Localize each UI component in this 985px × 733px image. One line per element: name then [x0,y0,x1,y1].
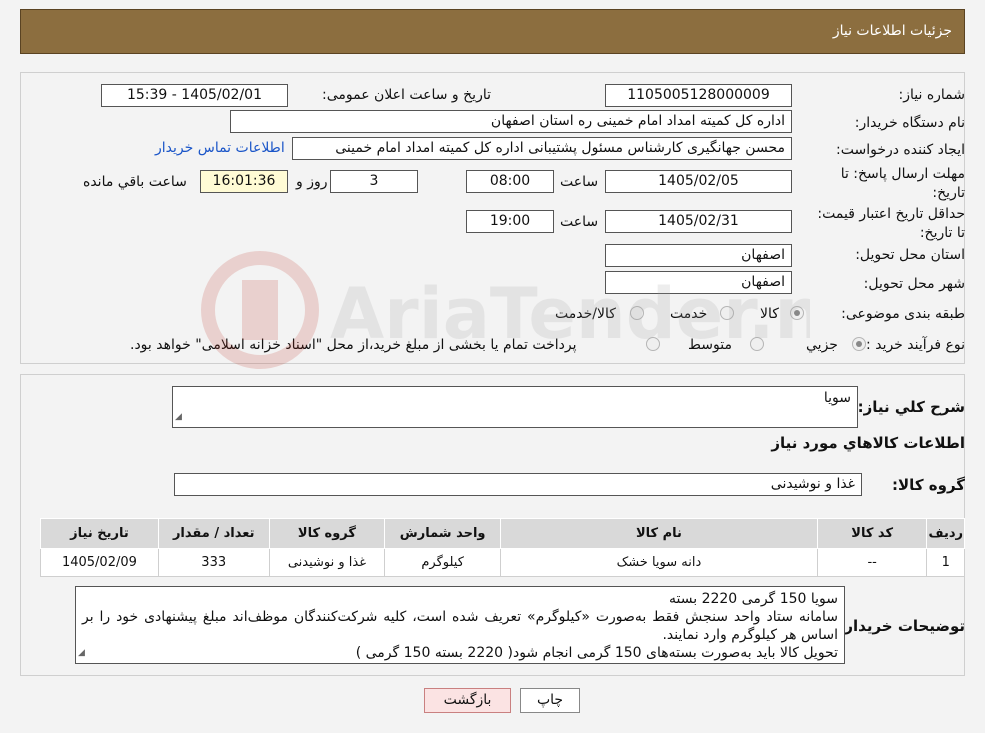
province-field: اصفهان [605,244,792,267]
cell-qty: 333 [157,548,270,577]
cell-group: غذا و نوشیدنی [268,548,386,577]
days-label: روز و [296,174,328,190]
summary-text: سویا [823,390,851,406]
validity-date-field: 1405/02/31 [605,210,792,233]
city-label: شهر محل تحویل: [863,276,965,292]
page-title: جزئیات اطلاعات نیاز [832,23,952,39]
col-name: نام کالا [500,518,818,549]
cell-date: 1405/02/09 [40,548,159,577]
summary-field: سویا ◢ [172,386,858,428]
col-qty: تعداد / مقدار [157,518,270,549]
need-number-label: شماره نیاز: [898,87,966,103]
resize-grip-icon[interactable]: ◢ [78,644,85,662]
notes-line-1: سویا 150 گرمی 2220 بسته [669,591,838,607]
items-title: اطلاعات کالاهاي مورد نياز [771,434,965,452]
group-field: غذا و نوشیدنی [174,473,862,496]
notes-label: توضیحات خریدار: [838,617,965,635]
col-row: رديف [926,518,965,549]
process-option-minor: جزیي [806,337,838,353]
process-note: پرداخت تمام یا بخشی از مبلغ خرید،از محل … [130,337,577,353]
resize-grip-icon[interactable]: ◢ [175,408,182,426]
category-option-goods: کالا [760,306,779,322]
col-date: تاریخ نیاز [40,518,159,549]
cell-row: 1 [926,548,965,577]
table-header-row: رديف کد کالا نام کالا واحد شمارش گروه کا… [40,518,965,549]
deadline-time-field: 08:00 [466,170,554,193]
table-row: 1 -- دانه سویا خشک کیلوگرم غذا و نوشیدنی… [40,548,965,577]
col-unit: واحد شمارش [384,518,502,549]
cell-unit: کیلوگرم [384,548,502,577]
deadline-date-field: 1405/02/05 [605,170,792,193]
remaining-time-field: 16:01:36 [200,170,288,193]
col-group: گروه کالا [268,518,386,549]
creator-field: محسن جهانگیری کارشناس مسئول پشتیبانی ادا… [292,137,792,160]
category-radio-goods-service[interactable] [630,306,644,320]
announce-datetime-field: 1405/02/01 - 15:39 [101,84,288,107]
print-button[interactable]: چاپ [520,688,580,713]
process-radio-treasury[interactable] [646,337,660,351]
remaining-label: ساعت باقي مانده [83,174,187,190]
category-label: طبقه بندی موضوعی: [841,306,965,322]
col-code: کد کالا [816,518,928,549]
cell-name: دانه سویا خشک [500,548,818,577]
province-label: استان محل تحویل: [855,247,965,263]
summary-label: شرح کلي نياز: [857,398,965,416]
announce-label: تاریخ و ساعت اعلان عمومی: [322,87,491,103]
group-label: گروه کالا: [892,476,965,494]
category-radio-service[interactable] [720,306,734,320]
process-option-medium: متوسط [688,337,732,353]
validity-label: حداقل تاریخ اعتبار قیمت: تا تاریخ: [817,206,965,241]
deadline-time-label: ساعت [560,174,599,190]
category-option-service: خدمت [670,306,708,322]
validity-time-label: ساعت [560,214,599,230]
cell-code: -- [816,548,928,577]
city-field: اصفهان [605,271,792,294]
notes-field: سویا 150 گرمی 2220 بسته سامانه ستاد واحد… [75,586,845,664]
validity-time-field: 19:00 [466,210,554,233]
days-field: 3 [330,170,418,193]
items-table: رديف کد کالا نام کالا واحد شمارش گروه کا… [40,518,965,577]
process-radio-minor[interactable] [852,337,866,351]
category-option-goods-service: کالا/خدمت [555,306,616,322]
deadline-label: مهلت ارسال پاسخ: تا تاریخ: [840,166,965,201]
process-label: نوع فرآیند خرید : [866,337,965,353]
buyer-org-label: نام دستگاه خریدار: [854,115,965,131]
creator-label: ایجاد کننده درخواست: [836,142,965,158]
notes-line-3: تحویل کالا باید به‌صورت بسته‌های 150 گرم… [355,645,838,661]
back-button[interactable]: بازگشت [424,688,511,713]
process-radio-medium[interactable] [750,337,764,351]
notes-line-2: سامانه ستاد واحد سنجش فقط به‌صورت «کیلوگ… [82,609,838,643]
page-header: جزئیات اطلاعات نیاز [20,9,965,54]
buyer-org-field: اداره کل کمیته امداد امام خمینی ره استان… [230,110,792,133]
category-radio-goods[interactable] [790,306,804,320]
contact-info-link[interactable]: اطلاعات تماس خریدار [155,140,285,156]
need-number-field: 1105005128000009 [605,84,792,107]
